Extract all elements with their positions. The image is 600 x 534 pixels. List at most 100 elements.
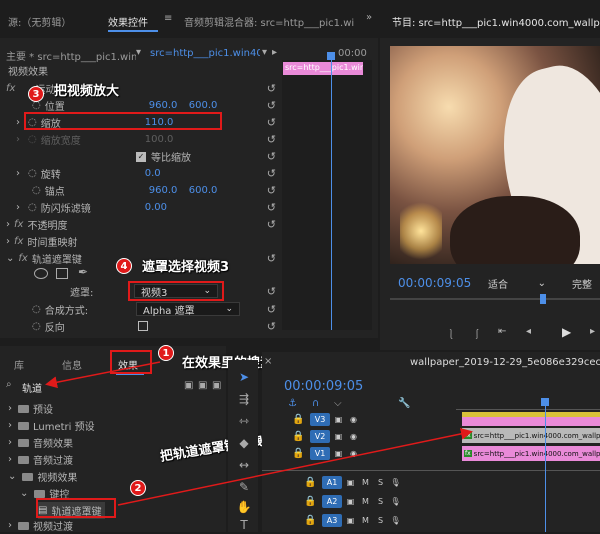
track-header-a1[interactable]: 🔒 A1 ▣ M S 🎙: [304, 474, 404, 491]
pen-tool-icon[interactable]: ✎: [236, 480, 252, 496]
track-target-a1[interactable]: A1: [322, 476, 342, 489]
expand-arrow-icon[interactable]: ›: [16, 202, 20, 213]
tree-item-video-transitions[interactable]: › 视频过渡: [8, 517, 73, 534]
mark-out-icon[interactable]: ⎰: [472, 326, 482, 341]
stopwatch-icon[interactable]: ◌: [28, 168, 37, 179]
wrench-icon[interactable]: 🔧: [398, 398, 410, 409]
mute-button[interactable]: M: [359, 476, 372, 489]
motion-row[interactable]: fx 运动 ↺: [6, 80, 282, 97]
fit-select[interactable]: 适合 ⌄: [488, 275, 546, 291]
tab-info[interactable]: 信息: [62, 357, 82, 372]
expand-arrow-icon[interactable]: ›: [16, 168, 20, 179]
reverse-checkbox[interactable]: [138, 321, 148, 331]
expand-arrow-icon[interactable]: ›: [16, 117, 20, 128]
32bit-effects-icon[interactable]: ▣: [198, 380, 207, 391]
sync-lock-icon[interactable]: ▣: [332, 413, 345, 426]
lock-icon[interactable]: 🔒: [304, 496, 322, 507]
reset-icon[interactable]: ↺: [267, 150, 276, 163]
position-x-value[interactable]: 960.0: [149, 100, 189, 111]
sync-lock-icon[interactable]: ▣: [332, 430, 345, 443]
close-icon[interactable]: ×: [264, 356, 272, 367]
reset-icon[interactable]: ↺: [267, 303, 276, 316]
reset-icon[interactable]: ↺: [267, 201, 276, 214]
reset-icon[interactable]: ↺: [267, 285, 276, 298]
expand-arrow-icon[interactable]: ›: [6, 219, 10, 230]
track-target-a3[interactable]: A3: [322, 514, 342, 527]
solo-button[interactable]: S: [374, 514, 387, 527]
selection-tool-icon[interactable]: ➤: [236, 370, 252, 386]
tab-menu-icon[interactable]: ≡: [164, 13, 172, 24]
expand-arrow-icon[interactable]: ›: [6, 236, 10, 247]
stopwatch-icon[interactable]: ◌: [32, 321, 41, 332]
stopwatch-icon[interactable]: ◌: [28, 202, 37, 213]
tree-item-presets[interactable]: › 预设: [8, 400, 53, 417]
timeline-timecode[interactable]: 00:00:09:05: [284, 379, 363, 394]
mic-icon[interactable]: 🎙: [389, 495, 402, 508]
reset-icon[interactable]: ↺: [267, 252, 276, 265]
ec-playhead-marker[interactable]: [327, 52, 335, 60]
mark-in-icon[interactable]: ⎱: [446, 326, 456, 341]
sequence-clip-label[interactable]: src=http___pic1.win4000...: [150, 48, 260, 59]
reset-icon[interactable]: ↺: [267, 116, 276, 129]
sync-lock-icon[interactable]: ▣: [344, 495, 357, 508]
dropdown-arrow-icon[interactable]: ▾: [262, 47, 267, 58]
mic-icon[interactable]: 🎙: [389, 476, 402, 489]
tree-item-video-effects[interactable]: ⌄ 视频效果: [8, 468, 77, 485]
lock-icon[interactable]: 🔒: [292, 414, 310, 425]
track-header-a3[interactable]: 🔒 A3 ▣ M S 🎙: [304, 512, 404, 529]
go-to-in-icon[interactable]: ⇤: [498, 326, 506, 337]
rotation-value[interactable]: 0.0: [145, 168, 161, 179]
composite-select[interactable]: Alpha 遮罩 ⌄: [136, 302, 240, 317]
timeline-playhead-marker[interactable]: [541, 398, 549, 406]
reset-icon[interactable]: ↺: [267, 184, 276, 197]
mute-button[interactable]: M: [359, 495, 372, 508]
accelerated-effects-icon[interactable]: ▣: [184, 380, 193, 391]
stopwatch-icon[interactable]: ◌: [28, 134, 37, 145]
expand-arrow-icon[interactable]: ›: [16, 134, 20, 145]
clip-v3[interactable]: [462, 412, 600, 426]
slip-tool-icon[interactable]: ↔: [236, 458, 252, 474]
eye-icon[interactable]: ◉: [347, 430, 360, 443]
solo-button[interactable]: S: [374, 476, 387, 489]
dropdown-arrow-icon[interactable]: ▾: [136, 47, 141, 58]
tab-effect-controls[interactable]: 效果控件: [108, 14, 148, 29]
track-header-a2[interactable]: 🔒 A2 ▣ M S 🎙: [304, 493, 404, 510]
snap-icon[interactable]: ⚓: [288, 398, 297, 409]
tab-source[interactable]: 源:（无剪辑）: [8, 14, 71, 29]
track-header-v2[interactable]: 🔒 V2 ▣ ◉: [292, 428, 458, 445]
resolution-select[interactable]: 完整: [572, 276, 592, 291]
position-y-value[interactable]: 600.0: [189, 100, 218, 111]
razor-tool-icon[interactable]: ◆: [236, 436, 252, 452]
reset-icon[interactable]: ↺: [267, 320, 276, 333]
sync-lock-icon[interactable]: ▣: [344, 476, 357, 489]
track-target-v2[interactable]: V2: [310, 430, 330, 443]
tree-item-lumetri-presets[interactable]: › Lumetri 预设: [8, 417, 95, 434]
linked-icon[interactable]: ∩: [312, 398, 319, 409]
ec-timeline-clip[interactable]: src=http___pic1.win: [283, 62, 363, 75]
reset-icon[interactable]: ↺: [267, 218, 276, 231]
lock-icon[interactable]: 🔒: [304, 477, 322, 488]
tab-library[interactable]: 库: [14, 357, 24, 372]
master-clip-label[interactable]: 主要 * src=http___pic1.win...: [6, 48, 136, 63]
stopwatch-icon[interactable]: ◌: [32, 304, 41, 315]
step-back-icon[interactable]: ◂: [526, 326, 531, 337]
mute-button[interactable]: M: [359, 514, 372, 527]
opacity-row[interactable]: › fx 不透明度 ↺: [6, 216, 282, 233]
uniform-scale-checkbox[interactable]: ✓: [136, 151, 146, 162]
track-header-v3[interactable]: 🔒 V3 ▣ ◉: [292, 411, 458, 428]
lock-icon[interactable]: 🔒: [292, 431, 310, 442]
reset-icon[interactable]: ↺: [267, 82, 276, 95]
flicker-value[interactable]: 0.00: [145, 202, 167, 213]
solo-button[interactable]: S: [374, 495, 387, 508]
collapse-arrow-icon[interactable]: ⌄: [6, 253, 14, 264]
clip-v2[interactable]: fx src=http___pic1.win4000.com_wallpa: [462, 428, 600, 443]
mask-pen-icon[interactable]: ✒: [78, 265, 88, 279]
reset-icon[interactable]: ↺: [267, 133, 276, 146]
clip-v1[interactable]: fx src=http___pic1.win4000.com_wallpa: [462, 446, 600, 461]
lock-icon[interactable]: 🔒: [292, 448, 310, 459]
hand-tool-icon[interactable]: ✋: [236, 500, 252, 516]
eye-icon[interactable]: ◉: [347, 447, 360, 460]
eye-icon[interactable]: ◉: [347, 413, 360, 426]
anchor-x-value[interactable]: 960.0: [149, 185, 189, 196]
tab-audio-mixer[interactable]: 音频剪辑混合器: src=http___pic1.win4: [184, 14, 354, 29]
